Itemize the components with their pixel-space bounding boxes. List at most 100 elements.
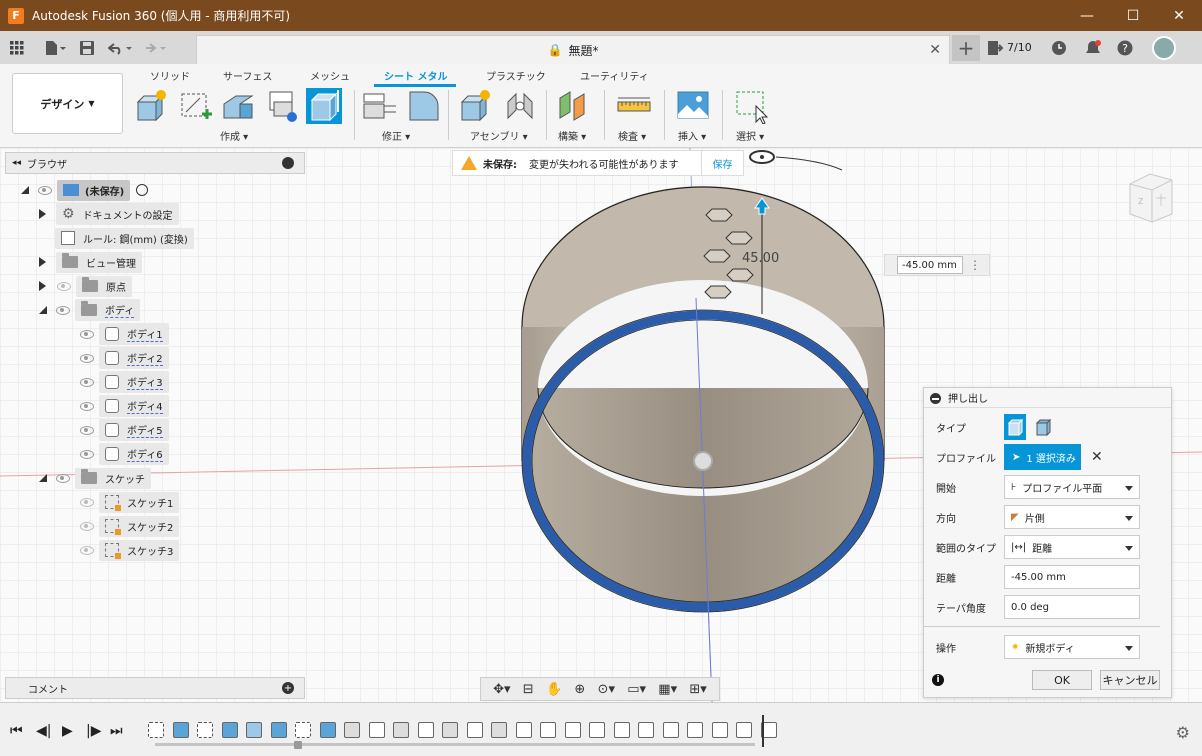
expand-arrow-icon[interactable] [39, 257, 46, 267]
clock-icon[interactable] [1046, 35, 1072, 61]
tree-body-item[interactable]: ボディ2 [79, 347, 169, 369]
timeline-sketch-icon[interactable] [148, 722, 164, 738]
direction-dropdown[interactable]: ◤ 片側 [1004, 505, 1140, 529]
distance-field[interactable]: -45.00 mm [1004, 565, 1140, 589]
visibility-eye-icon[interactable] [79, 521, 95, 531]
group-assembly-label[interactable]: アセンブリ ▾ [470, 128, 528, 143]
tree-body-item[interactable]: ボディ5 [79, 419, 169, 441]
flange-icon[interactable] [220, 88, 256, 124]
more-options-icon[interactable]: ⋮ [969, 258, 981, 272]
tab-solid[interactable]: ソリッド [150, 68, 190, 83]
display-settings-icon[interactable]: ▭▾ [627, 682, 646, 697]
look-at-icon[interactable]: ⊟ [523, 682, 534, 697]
joint-icon[interactable] [502, 88, 538, 124]
expand-arrow-icon[interactable] [39, 306, 47, 314]
extrude-dialog-header[interactable]: 押し出し [924, 388, 1171, 408]
browser-header[interactable]: ◂◂ ブラウザ [5, 152, 305, 174]
viewcube-icon[interactable]: Z [1126, 172, 1176, 224]
timeline-joint-icon[interactable] [344, 722, 360, 738]
group-inspect-label[interactable]: 検査 ▾ [618, 128, 646, 143]
timeline-extrude-icon[interactable] [319, 722, 336, 738]
select-window-icon[interactable] [734, 88, 770, 124]
group-create-label[interactable]: 作成 ▾ [220, 128, 248, 143]
ok-button[interactable]: OK [1032, 670, 1092, 690]
group-construct-label[interactable]: 構築 ▾ [558, 128, 586, 143]
visibility-eye-icon[interactable] [79, 425, 95, 435]
expand-arrow-icon[interactable] [39, 281, 46, 291]
step-forward-icon[interactable]: |▶ [86, 723, 101, 739]
timeline-marker[interactable] [294, 741, 302, 749]
visibility-eye-icon[interactable] [79, 353, 95, 363]
fillet-icon[interactable] [406, 88, 442, 124]
timeline-playhead[interactable] [762, 715, 764, 747]
visibility-eye-icon[interactable] [56, 281, 72, 291]
timeline-move-icon[interactable] [515, 722, 532, 738]
group-select-label[interactable]: 選択 ▾ [736, 128, 764, 143]
step-back-icon[interactable]: ◀| [36, 723, 51, 739]
timeline-sketch-icon[interactable] [295, 722, 311, 738]
timeline-extrude-icon[interactable] [270, 722, 287, 738]
create-sketch-icon[interactable] [178, 88, 214, 124]
tree-body-item[interactable]: ボディ6 [79, 443, 169, 465]
insert-image-icon[interactable] [675, 88, 711, 124]
new-component-assembly-icon[interactable] [458, 88, 494, 124]
unfold-icon[interactable] [362, 88, 398, 124]
timeline-joint-icon[interactable] [491, 722, 507, 738]
user-avatar[interactable] [1151, 35, 1176, 60]
tree-view-management[interactable]: ビュー管理 [39, 251, 142, 273]
timeline-joint-icon[interactable] [442, 722, 458, 738]
type-solid-button[interactable] [1004, 414, 1026, 440]
orbit-icon[interactable]: ✥▾ [493, 682, 510, 697]
offset-plane-icon[interactable] [556, 88, 592, 124]
tab-plastic[interactable]: プラスチック [486, 68, 546, 83]
help-icon[interactable]: ? [1112, 35, 1138, 61]
visibility-eye-icon[interactable] [79, 497, 95, 507]
tree-origin[interactable]: 原点 [39, 275, 132, 297]
timeline-extrude-icon[interactable] [221, 722, 238, 738]
pan-hand-icon[interactable]: ✋ [546, 682, 562, 697]
new-component-icon[interactable] [134, 88, 170, 124]
visibility-eye-icon[interactable] [55, 305, 71, 315]
expand-arrow-icon[interactable] [21, 186, 29, 194]
data-panel-grid-icon[interactable] [4, 35, 30, 61]
group-insert-label[interactable]: 挿入 ▾ [678, 128, 706, 143]
timeline-track[interactable] [155, 743, 755, 746]
tab-utility[interactable]: ユーティリティ [580, 68, 649, 83]
close-tab-icon[interactable]: ✕ [929, 42, 941, 58]
tree-sketches[interactable]: スケッチ [39, 467, 151, 489]
visibility-eye-icon[interactable] [79, 377, 95, 387]
tree-sketch-item[interactable]: スケッチ1 [79, 491, 180, 513]
taper-angle-field[interactable]: 0.0 deg [1004, 595, 1140, 619]
timeline-combine-icon[interactable] [736, 722, 752, 738]
fit-icon[interactable]: ⊙▾ [598, 682, 615, 697]
comments-panel[interactable]: コメント + [5, 677, 305, 699]
save-link-button[interactable]: 保存 [701, 151, 743, 175]
close-window-button[interactable]: ✕ [1156, 0, 1202, 31]
tree-root[interactable]: (未保存) [21, 179, 149, 201]
grid-settings-icon[interactable]: ▦▾ [658, 682, 677, 697]
workspace-switcher[interactable]: デザイン ▼ [12, 73, 123, 134]
timeline-combine-icon[interactable] [711, 722, 728, 738]
tab-sheet-metal[interactable]: シート メタル [384, 68, 447, 83]
tree-body-item[interactable]: ボディ4 [79, 395, 169, 417]
clear-selection-icon[interactable]: ✕ [1091, 449, 1103, 465]
tab-mesh[interactable]: メッシュ [310, 68, 350, 83]
collapse-panel-icon[interactable]: ◂◂ [12, 158, 21, 168]
profile-select-button[interactable]: ➤ 1 選択済み [1004, 444, 1081, 470]
timeline-combine-icon[interactable] [540, 722, 556, 738]
tab-surface[interactable]: サーフェス [223, 68, 272, 83]
visibility-eye-icon[interactable] [79, 545, 95, 555]
tree-sketch-item[interactable]: スケッチ2 [79, 515, 180, 537]
expand-arrow-icon[interactable] [39, 474, 47, 482]
timeline-combine-icon[interactable] [638, 722, 654, 738]
timeline-joint-icon[interactable] [393, 722, 409, 738]
save-icon[interactable] [74, 35, 100, 61]
viewports-icon[interactable]: ⊞▾ [689, 682, 706, 697]
convert-to-sheet-metal-icon[interactable] [264, 88, 300, 124]
go-to-end-icon[interactable]: ⏭ [110, 723, 123, 739]
visibility-eye-icon[interactable] [79, 329, 95, 339]
new-tab-button[interactable]: + [952, 34, 980, 61]
operation-dropdown[interactable]: ✷ 新規ボディ [1004, 635, 1140, 659]
job-status[interactable]: 7/10 [988, 40, 1032, 55]
tree-body-item[interactable]: ボディ1 [79, 323, 169, 345]
